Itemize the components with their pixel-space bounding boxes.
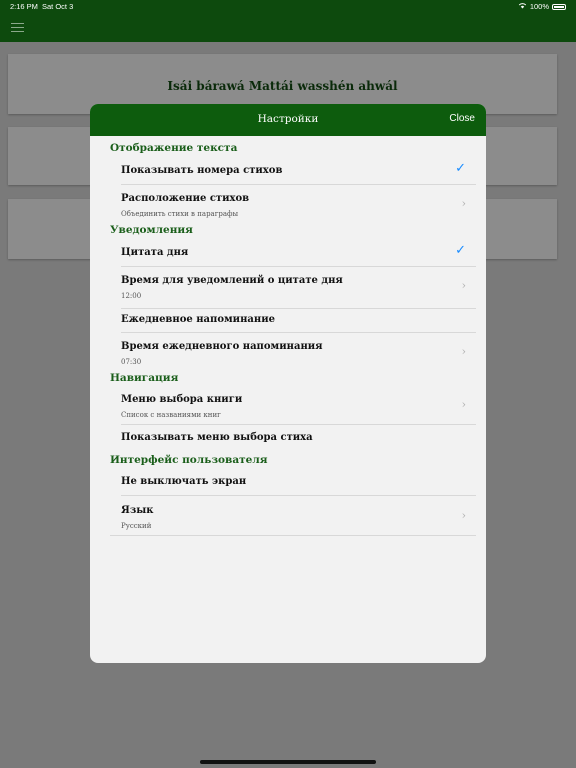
- row-label: Показывать меню выбора стиха: [121, 432, 313, 443]
- divider: [121, 308, 476, 309]
- row-verse-of-day[interactable]: Цитата дня ✓: [110, 242, 476, 266]
- status-time: 2:16 PM: [10, 2, 38, 11]
- divider: [121, 184, 476, 185]
- chevron-right-icon: ›: [461, 345, 466, 358]
- row-sublabel: Список с названиями книг: [121, 411, 221, 419]
- row-sublabel: 07:30: [121, 358, 142, 366]
- close-button[interactable]: Close: [449, 113, 475, 124]
- modal-header: Настройки Close: [90, 104, 486, 136]
- battery-percent: 100%: [529, 2, 549, 11]
- background-card-title: Isái bárawá Mattái wasshén ahwál: [167, 79, 398, 93]
- row-label: Время ежедневного напоминания: [121, 341, 323, 352]
- home-indicator[interactable]: [200, 760, 376, 764]
- row-book-menu[interactable]: Меню выбора книги Список с названиями кн…: [110, 390, 476, 426]
- row-label: Ежедневное напоминание: [121, 314, 275, 325]
- section-text-display: Отображение текста: [110, 142, 238, 154]
- status-date: Sat Oct 3: [42, 2, 74, 11]
- app-header: [0, 14, 576, 42]
- row-label: Язык: [121, 505, 154, 516]
- divider: [121, 266, 476, 267]
- row-label: Меню выбора книги: [121, 394, 243, 405]
- divider: [121, 332, 476, 333]
- row-daily-reminder[interactable]: Ежедневное напоминание: [110, 310, 476, 332]
- row-label: Расположение стихов: [121, 193, 250, 204]
- row-show-verse-menu[interactable]: Показывать меню выбора стиха: [110, 427, 476, 449]
- wifi-icon: [518, 2, 527, 11]
- divider: [110, 535, 476, 536]
- row-sublabel: Русский: [121, 522, 152, 530]
- modal-title: Настройки: [257, 113, 319, 125]
- row-sublabel: Объединить стихи в параграфы: [121, 210, 239, 218]
- row-language[interactable]: Язык Русский ›: [110, 500, 476, 536]
- row-show-verse-numbers[interactable]: Показывать номера стихов ✓: [110, 160, 476, 184]
- row-keep-screen-on[interactable]: Не выключать экран: [110, 472, 476, 494]
- checkmark-icon: ✓: [455, 161, 466, 176]
- chevron-right-icon: ›: [461, 279, 466, 292]
- status-right: 100%: [518, 2, 566, 11]
- section-navigation: Навигация: [110, 372, 179, 384]
- divider: [121, 495, 476, 496]
- row-verse-notify-time[interactable]: Время для уведомлений о цитате дня 12:00…: [110, 270, 476, 308]
- chevron-right-icon: ›: [461, 197, 466, 210]
- row-label: Цитата дня: [121, 247, 189, 258]
- row-label: Показывать номера стихов: [121, 165, 283, 176]
- row-verse-layout[interactable]: Расположение стихов Объединить стихи в п…: [110, 188, 476, 226]
- section-user-interface: Интерфейс пользователя: [110, 454, 268, 466]
- chevron-right-icon: ›: [461, 398, 466, 411]
- section-notifications: Уведомления: [110, 224, 193, 236]
- settings-modal: Настройки Close Отображение текста Показ…: [90, 104, 486, 663]
- row-daily-reminder-time[interactable]: Время ежедневного напоминания 07:30 ›: [110, 336, 476, 374]
- row-sublabel: 12:00: [121, 292, 142, 300]
- chevron-right-icon: ›: [461, 509, 466, 522]
- row-label: Не выключать экран: [121, 476, 247, 487]
- checkmark-icon: ✓: [455, 243, 466, 258]
- status-bar: 2:16 PM Sat Oct 3 100%: [0, 0, 576, 14]
- row-label: Время для уведомлений о цитате дня: [121, 275, 343, 286]
- menu-icon[interactable]: [11, 23, 24, 33]
- divider: [121, 424, 476, 425]
- battery-icon: [552, 3, 566, 10]
